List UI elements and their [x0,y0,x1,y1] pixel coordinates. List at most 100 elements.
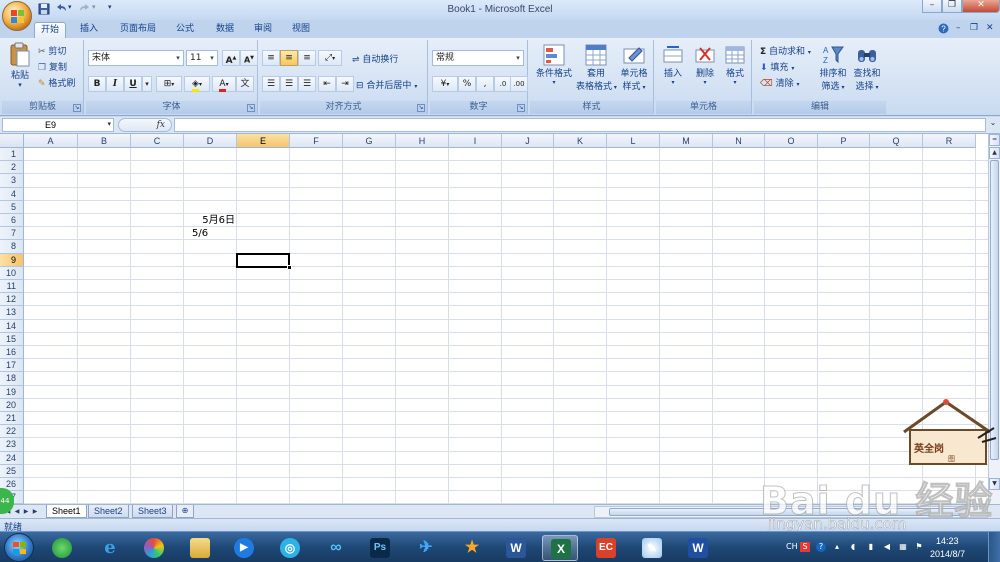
scroll-up-icon[interactable]: ▲ [989,147,1000,159]
row-header-13[interactable]: 13 [0,306,24,320]
row-header-17[interactable]: 17 [0,359,24,373]
comma-button[interactable]: , [476,76,494,92]
taskbar-folder-icon[interactable] [182,535,218,561]
last-sheet-icon[interactable]: ▶ [31,506,39,517]
clipboard-launcher-icon[interactable]: ↘ [73,104,81,112]
show-desktop-button[interactable] [988,532,1000,562]
underline-dropdown-icon[interactable]: ▾ [142,76,152,92]
taskbar-media-player-icon[interactable]: ▶ [226,535,262,561]
column-header-j[interactable]: J [502,134,554,148]
column-header-m[interactable]: M [660,134,713,148]
sort-filter-button[interactable]: AZ 排序和 筛选 ▾ [818,44,848,92]
decrease-decimal-button[interactable]: .00 [510,76,528,92]
sheet-tab-2[interactable]: Sheet2 [88,505,129,518]
accounting-button[interactable]: ¥▾ [432,76,458,92]
row-header-18[interactable]: 18 [0,372,24,386]
taskbar-color-app-icon[interactable] [136,535,172,561]
tab-home[interactable]: 开始 [34,22,67,38]
number-launcher-icon[interactable]: ↘ [517,104,525,112]
taskbar-cloud-icon[interactable]: ∞ [318,535,354,561]
sheet-tab-3[interactable]: Sheet3 [132,505,173,518]
clock-date[interactable]: 2014/8/7 [930,549,965,559]
wrap-text-button[interactable]: ⇌ 自动换行 [352,52,398,65]
number-format-select[interactable]: 常规 ▾ [432,50,524,66]
increase-indent-button[interactable]: ⇥ [336,76,354,92]
name-box[interactable]: E9 ▾ [2,118,114,132]
tab-formulas[interactable]: 公式 [170,22,200,38]
split-box-icon[interactable]: ═ [989,134,1000,146]
fill-button[interactable]: ⬇ 填充 ▾ [760,60,794,73]
borders-button[interactable]: ⊞▾ [156,76,182,92]
action-center-icon[interactable]: ⚑ [914,542,924,552]
active-cell-E9[interactable] [236,252,290,268]
percent-button[interactable]: % [458,76,476,92]
column-header-l[interactable]: L [607,134,660,148]
clear-button[interactable]: ⌫ 清除 ▾ [760,76,800,89]
tab-review[interactable]: 审阅 [248,22,278,38]
row-header-20[interactable]: 20 [0,398,24,412]
column-header-d[interactable]: D [184,134,237,148]
tab-data[interactable]: 数据 [210,22,240,38]
column-header-k[interactable]: K [554,134,607,148]
cell-D6[interactable]: 5月6日 [184,214,235,227]
column-header-p[interactable]: P [818,134,870,148]
copy-button[interactable]: ❐ 复制 [38,60,67,73]
shrink-font-button[interactable]: A▼ [240,50,258,66]
paste-dropdown-icon[interactable]: ▾ [6,81,34,89]
column-header-f[interactable]: F [290,134,343,148]
ribbon-close-icon[interactable]: ✕ [986,23,994,33]
taskbar-ie-icon[interactable]: e [92,535,128,561]
help-icon[interactable]: ? [938,23,949,37]
cell-styles-button[interactable]: 单元格 样式 ▾ [616,44,652,92]
row-header-25[interactable]: 25 [0,464,24,478]
tray-expand-icon[interactable]: ▴ [832,542,842,552]
start-button[interactable] [4,533,34,562]
find-select-button[interactable]: 查找和 选择 ▾ [850,44,884,92]
sheet-tab-1[interactable]: Sheet1 [46,505,87,518]
prev-sheet-icon[interactable]: ◀ [13,506,21,517]
row-header-3[interactable]: 3 [0,174,24,188]
row-header-21[interactable]: 21 [0,412,24,426]
restore-button[interactable]: ❐ [942,0,962,13]
align-right-button[interactable]: ☰ [298,76,316,92]
format-as-table-button[interactable]: 套用 表格格式 ▾ [576,44,617,92]
clock-time[interactable]: 14:23 [936,536,959,546]
insert-function-button[interactable]: fx [118,118,172,132]
grow-font-button[interactable]: A▲ [222,50,240,66]
select-all-button[interactable] [0,134,24,148]
taskbar-excel-icon[interactable]: X [542,535,578,561]
delete-cells-button[interactable]: 删除 ▾ [690,44,720,86]
taskbar-game-icon[interactable]: ★ [454,535,490,561]
ribbon-minimize-icon[interactable]: – [956,23,961,33]
tab-insert[interactable]: 插入 [74,22,104,38]
help-tray-icon[interactable]: ? [816,542,826,552]
row-header-23[interactable]: 23 [0,438,24,452]
column-header-a[interactable]: A [24,134,78,148]
taskbar-paint-icon[interactable]: ✎ [634,535,670,561]
row-header-16[interactable]: 16 [0,346,24,360]
taskbar-word-icon[interactable]: W [498,535,534,561]
next-sheet-icon[interactable]: ▶ [22,506,30,517]
column-header-i[interactable]: I [449,134,502,148]
row-header-24[interactable]: 24 [0,451,24,465]
orientation-button[interactable]: ⤢▾ [318,50,342,66]
minimize-button[interactable]: – [922,0,942,13]
volume-mute-icon[interactable]: ◖ [848,542,858,552]
battery-icon[interactable]: ▮ [866,542,876,552]
align-bottom-button[interactable]: ≡ [298,50,316,66]
column-header-e[interactable]: E [237,134,290,148]
tab-page-layout[interactable]: 页面布局 [114,22,162,38]
align-top-button[interactable]: ≡ [262,50,280,66]
row-header-14[interactable]: 14 [0,319,24,333]
format-cells-button[interactable]: 格式 ▾ [720,44,750,86]
row-header-2[interactable]: 2 [0,161,24,175]
row-header-8[interactable]: 8 [0,240,24,254]
column-header-g[interactable]: G [343,134,396,148]
tab-view[interactable]: 视图 [286,22,316,38]
paste-button[interactable]: 粘贴 ▾ [6,42,34,89]
decrease-indent-button[interactable]: ⇤ [318,76,336,92]
taskbar-wps-icon[interactable]: W [680,535,716,561]
autosum-button[interactable]: Σ 自动求和 ▾ [760,44,811,57]
insert-cells-button[interactable]: 插入 ▾ [658,44,688,86]
underline-button[interactable]: U [124,76,142,92]
